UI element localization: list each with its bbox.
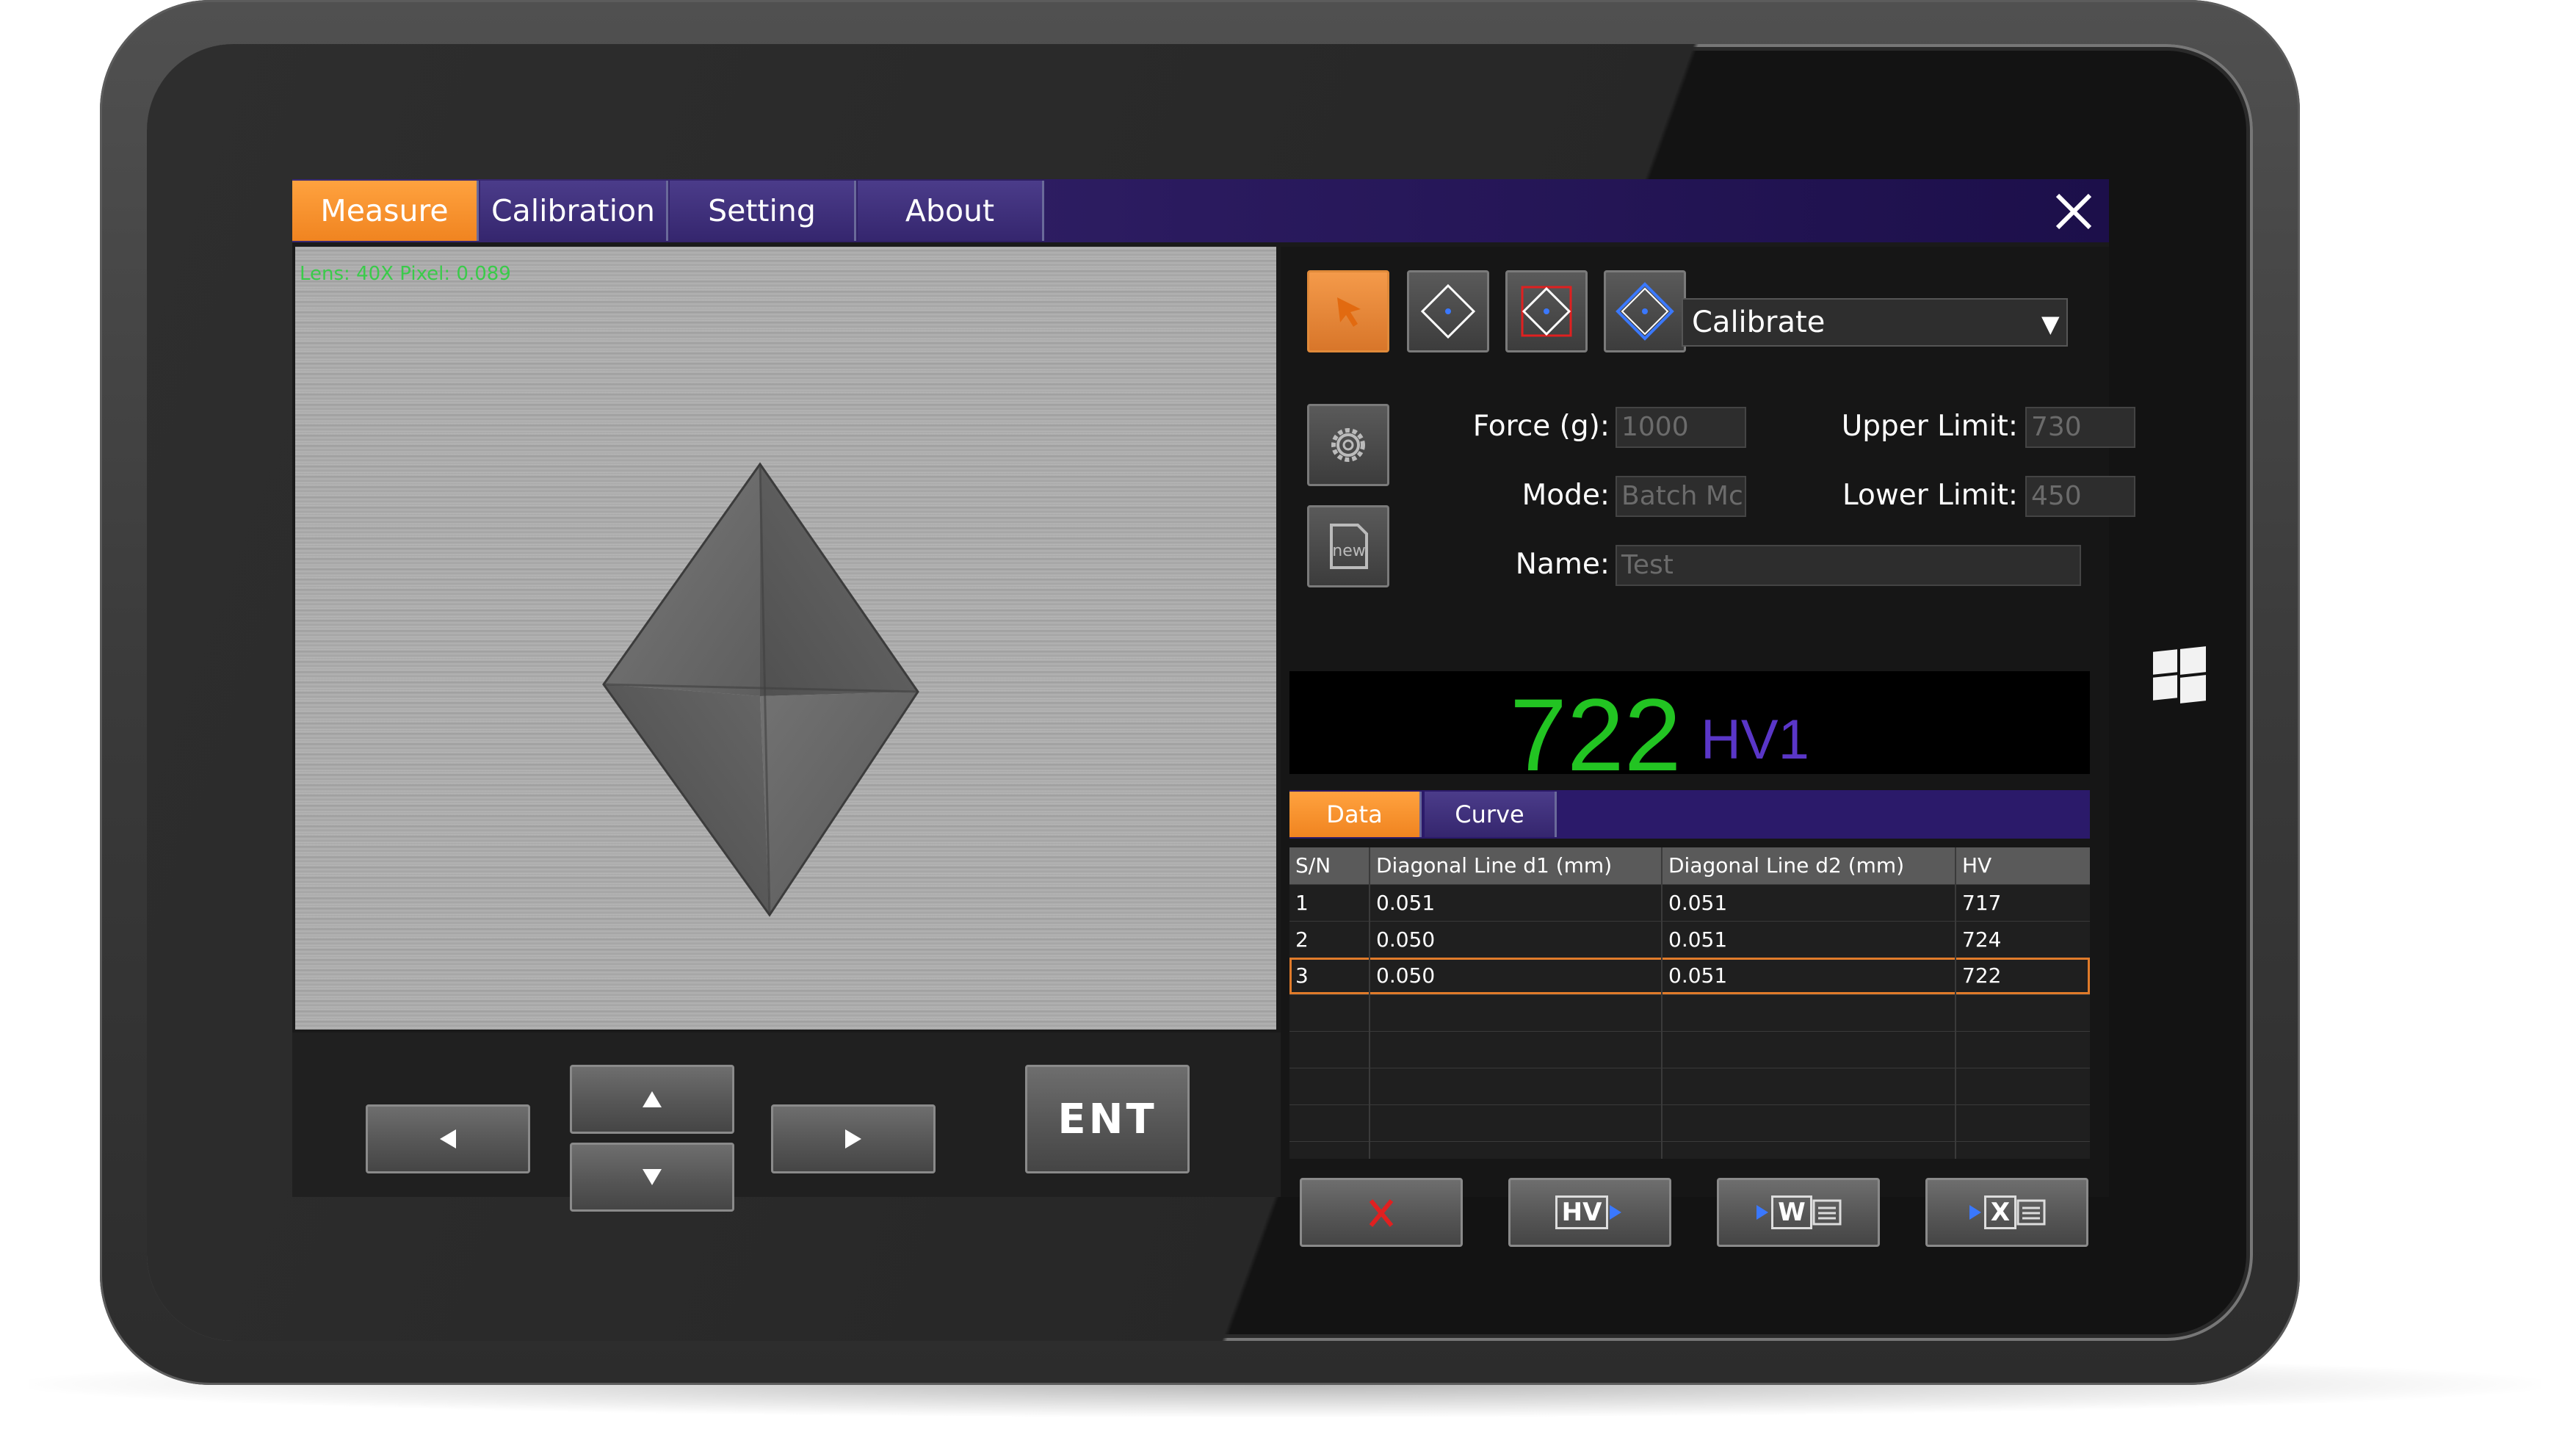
arrow-up-icon xyxy=(643,1091,662,1107)
table-cell: 0.051 xyxy=(1668,891,1728,915)
indentation-image xyxy=(602,462,919,917)
app-window: Measure Calibration Setting About Lens: … xyxy=(292,179,2135,1247)
table-row-empty xyxy=(1289,1141,2090,1159)
new-document-icon: new xyxy=(1330,524,1368,569)
tab-setting[interactable]: Setting xyxy=(670,181,856,241)
diamond-box-tool-button[interactable] xyxy=(1505,270,1588,352)
tab-measure[interactable]: Measure xyxy=(292,181,479,241)
table-cell: 0.051 xyxy=(1668,927,1728,952)
name-field[interactable]: Test xyxy=(1616,545,2081,586)
settings-button[interactable] xyxy=(1307,404,1389,486)
column-header: Diagonal Line d1 (mm) xyxy=(1376,853,1613,878)
arrow-left-icon xyxy=(440,1129,456,1148)
diamond-icon xyxy=(1420,283,1476,339)
up-button[interactable] xyxy=(570,1065,734,1134)
table-row-empty xyxy=(1289,1104,2090,1141)
gear-icon xyxy=(1331,428,1365,462)
data-table: S/N Diagonal Line d1 (mm) Diagonal Line … xyxy=(1289,847,2090,1159)
new-button[interactable]: new xyxy=(1307,505,1389,587)
document-lines-icon xyxy=(2016,1199,2046,1226)
down-button[interactable] xyxy=(570,1143,734,1212)
table-row-empty xyxy=(1289,1031,2090,1068)
table-cell: 0.050 xyxy=(1376,927,1436,952)
delete-button[interactable] xyxy=(1300,1178,1463,1247)
mode-select-value: Calibrate xyxy=(1692,305,1826,339)
name-label: Name: xyxy=(1515,548,1610,581)
table-cell: 2 xyxy=(1295,927,1309,952)
ent-button[interactable]: ENT xyxy=(1025,1065,1190,1173)
measurement-panel: Calibrate ▼ new Force (g): 1000 Upper Li… xyxy=(1281,247,2135,1247)
table-row[interactable]: 1 0.051 0.051 717 xyxy=(1289,884,2090,921)
x-label: X xyxy=(1983,1195,2017,1229)
right-button[interactable] xyxy=(771,1104,936,1173)
play-arrow-icon xyxy=(1610,1205,1622,1220)
table-cell: 722 xyxy=(1962,963,2002,988)
tab-calibration[interactable]: Calibration xyxy=(480,181,668,241)
arrow-down-icon xyxy=(643,1169,662,1185)
play-arrow-icon xyxy=(1969,1205,1981,1220)
mode-field[interactable]: Batch Mc xyxy=(1616,476,1746,517)
cursor-arrow-icon xyxy=(1337,297,1361,327)
diamond-box-icon xyxy=(1521,286,1572,337)
table-cell: 3 xyxy=(1295,963,1309,988)
navigation-controls: ENT xyxy=(292,1032,1281,1212)
left-button[interactable] xyxy=(366,1104,530,1173)
chevron-down-icon: ▼ xyxy=(2041,310,2060,338)
camera-view[interactable]: Lens: 40X Pixel: 0.089 xyxy=(295,247,1276,1030)
play-arrow-icon xyxy=(1756,1205,1769,1220)
close-icon[interactable] xyxy=(2047,185,2100,238)
table-cell: 717 xyxy=(1962,891,2002,915)
table-row[interactable]: 2 0.050 0.051 724 xyxy=(1289,921,2090,958)
diamond-blue-tool-button[interactable] xyxy=(1604,270,1686,352)
camera-overlay-text: Lens: 40X Pixel: 0.089 xyxy=(300,263,511,285)
w-label: W xyxy=(1771,1195,1812,1229)
upper-limit-field[interactable]: 730 xyxy=(2025,407,2135,448)
table-row-empty xyxy=(1289,994,2090,1031)
column-header: S/N xyxy=(1295,853,1331,878)
arrow-right-icon xyxy=(845,1129,861,1148)
table-cell: 0.051 xyxy=(1376,891,1436,915)
column-header: HV xyxy=(1962,853,1992,878)
delete-x-icon xyxy=(1369,1199,1394,1227)
diamond-outline-icon xyxy=(1616,282,1674,341)
table-row-selected[interactable]: 3 0.050 0.051 722 xyxy=(1289,958,2090,994)
pointer-tool-button[interactable] xyxy=(1307,270,1389,352)
column-divider xyxy=(1955,847,1956,1159)
lower-limit-label: Lower Limit: xyxy=(1842,479,2018,512)
upper-limit-label: Upper Limit: xyxy=(1841,410,2018,443)
column-divider xyxy=(1369,847,1370,1159)
table-cell: 0.050 xyxy=(1376,963,1436,988)
data-tabs: Data Curve xyxy=(1289,790,2090,839)
tab-curve[interactable]: Curve xyxy=(1425,792,1557,837)
force-field[interactable]: 1000 xyxy=(1616,407,1746,448)
export-excel-button[interactable]: X xyxy=(1925,1178,2088,1247)
export-word-button[interactable]: W xyxy=(1717,1178,1880,1247)
column-header: Diagonal Line d2 (mm) xyxy=(1668,853,1905,878)
hardness-unit: HV1 xyxy=(1701,709,1809,771)
mode-select[interactable]: Calibrate ▼ xyxy=(1682,298,2068,347)
column-divider xyxy=(1661,847,1663,1159)
menu-bar: Measure Calibration Setting About xyxy=(292,179,2109,242)
hv-button[interactable]: HV xyxy=(1508,1178,1671,1247)
force-label: Force (g): xyxy=(1472,410,1610,443)
hv-label: HV xyxy=(1555,1195,1609,1229)
table-cell: 0.051 xyxy=(1668,963,1728,988)
tab-about[interactable]: About xyxy=(858,181,1044,241)
table-header: S/N Diagonal Line d1 (mm) Diagonal Line … xyxy=(1289,847,2090,884)
table-cell: 724 xyxy=(1962,927,2002,952)
hardness-value: 722 xyxy=(1510,677,1682,792)
table-row-empty xyxy=(1289,1068,2090,1104)
result-display: 722 HV1 xyxy=(1289,671,2090,792)
svg-text:new: new xyxy=(1332,542,1365,560)
mode-label: Mode: xyxy=(1522,479,1610,512)
document-lines-icon xyxy=(1812,1199,1842,1226)
tab-data[interactable]: Data xyxy=(1289,792,1422,837)
windows-logo-icon[interactable] xyxy=(2153,646,2206,703)
table-cell: 1 xyxy=(1295,891,1309,915)
lower-limit-field[interactable]: 450 xyxy=(2025,476,2135,517)
diamond-tool-button[interactable] xyxy=(1407,270,1489,352)
